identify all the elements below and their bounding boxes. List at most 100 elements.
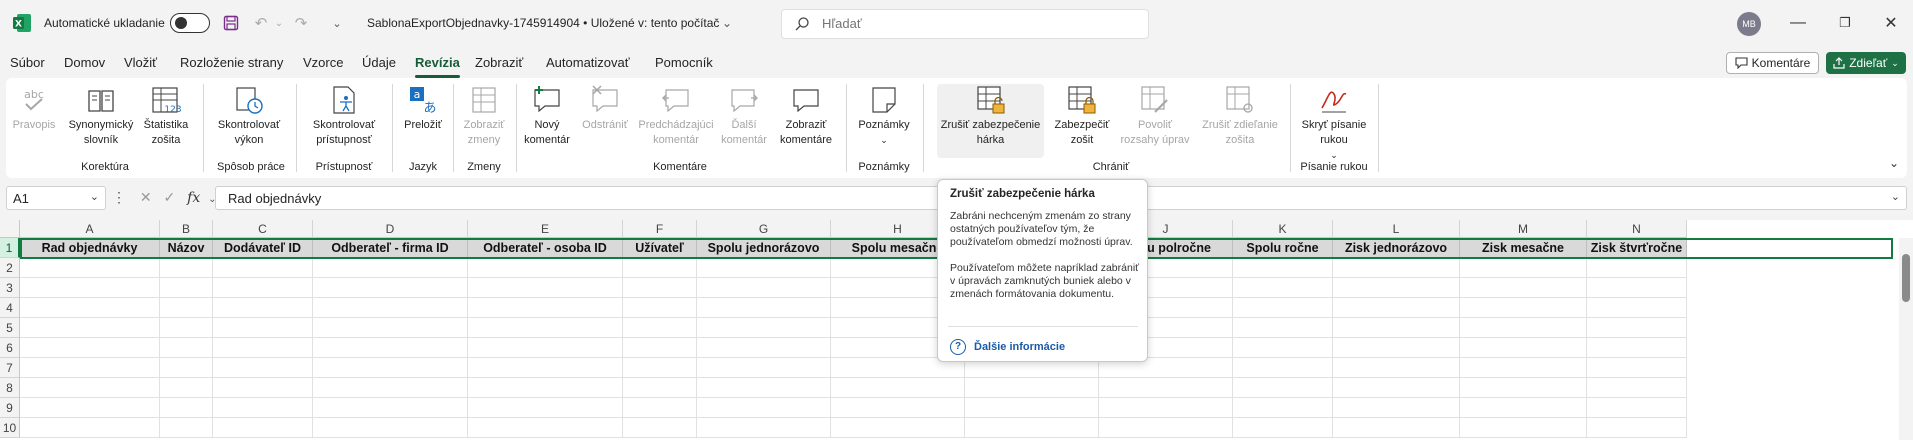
cell-c1[interactable]: Dodávateľ ID	[213, 238, 313, 258]
cell-g5[interactable]	[697, 318, 831, 338]
tab-data[interactable]: Údaje	[362, 55, 396, 70]
tab-insert[interactable]: Vložiť	[124, 55, 157, 70]
cell-e6[interactable]	[468, 338, 623, 358]
cell-i8[interactable]	[965, 378, 1099, 398]
cancel-icon[interactable]: ✕	[140, 189, 152, 205]
cell-j8[interactable]	[1099, 378, 1233, 398]
column-header-b[interactable]: B	[160, 220, 213, 238]
cell-g2[interactable]	[697, 258, 831, 278]
more-options-icon[interactable]: ⋮	[112, 189, 126, 205]
cell-g10[interactable]	[697, 418, 831, 438]
cell-d9[interactable]	[313, 398, 468, 418]
tab-file[interactable]: Súbor	[10, 55, 45, 70]
cell-b1[interactable]: Názov	[160, 238, 213, 258]
cell-c8[interactable]	[213, 378, 313, 398]
save-icon[interactable]	[220, 12, 242, 34]
tab-help[interactable]: Pomocník	[655, 55, 713, 70]
cell-n10[interactable]	[1587, 418, 1687, 438]
cell-l10[interactable]	[1333, 418, 1460, 438]
cell-d10[interactable]	[313, 418, 468, 438]
tab-page-layout[interactable]: Rozloženie strany	[180, 55, 283, 70]
cell-k4[interactable]	[1233, 298, 1333, 318]
unprotect-sheet-button[interactable]: Zrušiť zabezpečenie hárka	[937, 84, 1044, 158]
close-icon[interactable]: ✕	[1877, 10, 1905, 36]
cell-l3[interactable]	[1333, 278, 1460, 298]
cell-g9[interactable]	[697, 398, 831, 418]
cell-b9[interactable]	[160, 398, 213, 418]
column-header-c[interactable]: C	[213, 220, 313, 238]
tab-formulas[interactable]: Vzorce	[303, 55, 343, 70]
column-header-l[interactable]: L	[1333, 220, 1460, 238]
cell-m9[interactable]	[1460, 398, 1587, 418]
cell-b10[interactable]	[160, 418, 213, 438]
enter-icon[interactable]: ✓	[164, 189, 176, 205]
row-header-7[interactable]: 7	[0, 358, 20, 378]
document-title[interactable]: SablonaExportObjednavky-1745914904 • Ulo…	[367, 16, 719, 30]
cell-f1[interactable]: Užívateľ	[623, 238, 697, 258]
cell-n7[interactable]	[1587, 358, 1687, 378]
cell-c6[interactable]	[213, 338, 313, 358]
cell-f10[interactable]	[623, 418, 697, 438]
cell-k2[interactable]	[1233, 258, 1333, 278]
row-header-8[interactable]: 8	[0, 378, 20, 398]
cell-i9[interactable]	[965, 398, 1099, 418]
check-performance-button[interactable]: Skontrolovať výkon	[212, 84, 286, 148]
thesaurus-button[interactable]: Synonymický slovník	[68, 84, 134, 148]
cell-c9[interactable]	[213, 398, 313, 418]
cell-d6[interactable]	[313, 338, 468, 358]
select-all-corner[interactable]	[0, 220, 20, 238]
cell-n3[interactable]	[1587, 278, 1687, 298]
notes-button[interactable]: Poznámky ⌄	[854, 84, 914, 148]
name-box-dropdown-icon[interactable]: ⌄	[90, 190, 99, 203]
name-box[interactable]: A1 ⌄	[6, 186, 106, 210]
cell-b4[interactable]	[160, 298, 213, 318]
vertical-scrollbar[interactable]	[1899, 238, 1913, 440]
undo-dropdown-icon[interactable]: ⌄	[268, 12, 290, 34]
cell-m5[interactable]	[1460, 318, 1587, 338]
cell-l8[interactable]	[1333, 378, 1460, 398]
row-header-4[interactable]: 4	[0, 298, 20, 318]
column-header-a[interactable]: A	[20, 220, 160, 238]
column-header-m[interactable]: M	[1460, 220, 1587, 238]
cell-k3[interactable]	[1233, 278, 1333, 298]
tab-view[interactable]: Zobraziť	[475, 55, 523, 70]
row-header-1[interactable]: 1	[0, 238, 20, 258]
cell-b2[interactable]	[160, 258, 213, 278]
cell-g7[interactable]	[697, 358, 831, 378]
cell-g6[interactable]	[697, 338, 831, 358]
cell-j10[interactable]	[1099, 418, 1233, 438]
autosave-toggle[interactable]	[170, 13, 210, 33]
cell-g4[interactable]	[697, 298, 831, 318]
cell-n2[interactable]	[1587, 258, 1687, 278]
cell-f7[interactable]	[623, 358, 697, 378]
next-comment-button[interactable]: Ďalší komentár	[720, 84, 768, 148]
cell-j9[interactable]	[1099, 398, 1233, 418]
cell-e5[interactable]	[468, 318, 623, 338]
more-info-link[interactable]: ? Ďalšie informácie	[950, 339, 1065, 355]
cell-d4[interactable]	[313, 298, 468, 318]
cell-l7[interactable]	[1333, 358, 1460, 378]
cell-k5[interactable]	[1233, 318, 1333, 338]
share-button[interactable]: Zdieľať ⌄	[1826, 52, 1906, 74]
cell-b5[interactable]	[160, 318, 213, 338]
cell-a8[interactable]	[20, 378, 160, 398]
cell-l9[interactable]	[1333, 398, 1460, 418]
cell-m1[interactable]: Zisk mesačne	[1460, 238, 1587, 258]
column-header-f[interactable]: F	[623, 220, 697, 238]
cell-i10[interactable]	[965, 418, 1099, 438]
avatar[interactable]: MB	[1737, 12, 1761, 36]
cell-d8[interactable]	[313, 378, 468, 398]
cell-e7[interactable]	[468, 358, 623, 378]
cell-l2[interactable]	[1333, 258, 1460, 278]
cell-f5[interactable]	[623, 318, 697, 338]
redo-icon[interactable]: ↷	[290, 12, 312, 34]
cell-e2[interactable]	[468, 258, 623, 278]
cell-e1[interactable]: Odberateľ - osoba ID	[468, 238, 623, 258]
cell-b7[interactable]	[160, 358, 213, 378]
cell-n5[interactable]	[1587, 318, 1687, 338]
show-changes-button[interactable]: Zobraziť zmeny	[458, 84, 510, 148]
cell-k6[interactable]	[1233, 338, 1333, 358]
cell-c7[interactable]	[213, 358, 313, 378]
tab-home[interactable]: Domov	[64, 55, 105, 70]
column-header-n[interactable]: N	[1587, 220, 1687, 238]
